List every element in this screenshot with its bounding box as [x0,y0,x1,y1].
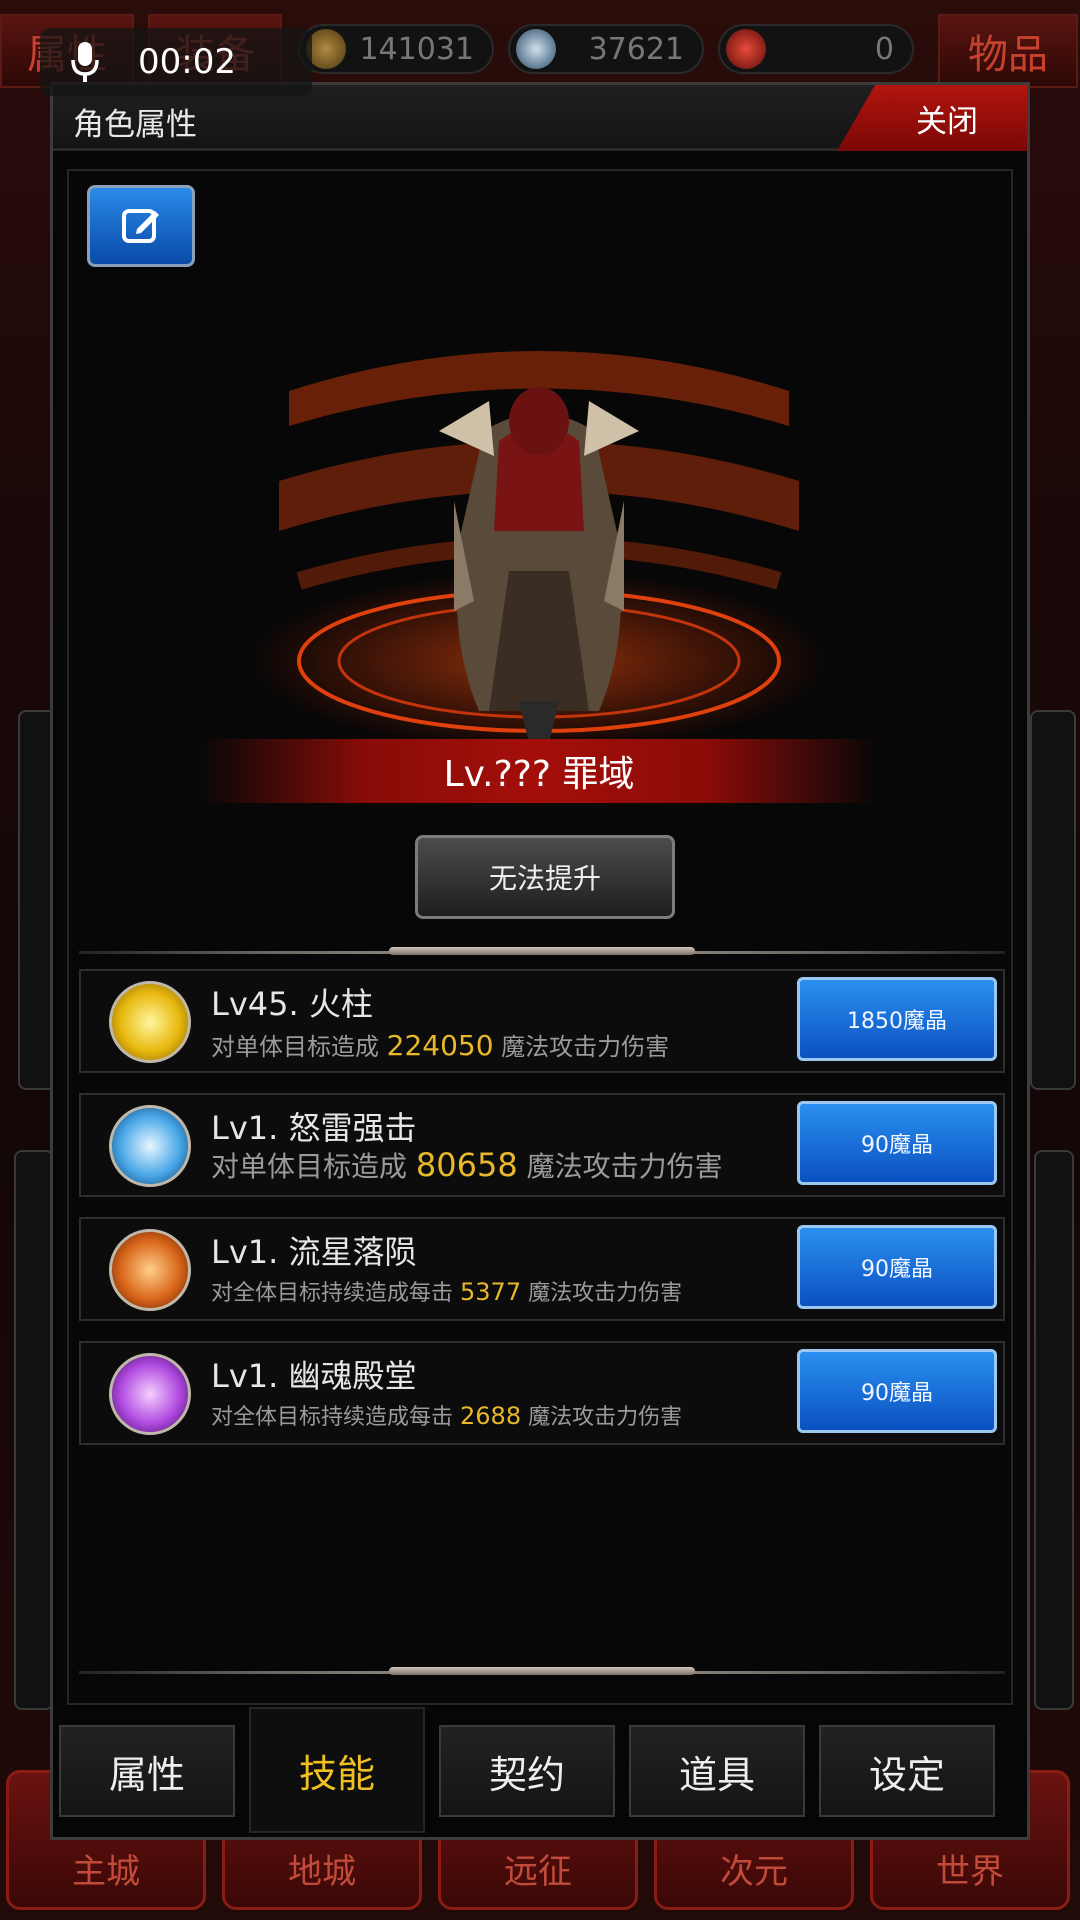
skill-description: 对全体目标持续造成每击 5377 魔法攻击力伤害 [211,1275,682,1307]
skill-desc-prefix: 对全体目标持续造成每击 [211,1281,454,1306]
character-level-name: Lv.??? 罪域 [199,739,879,803]
bg-side-panel [1030,710,1076,1090]
skill-damage-value: 2688 [460,1402,522,1430]
bg-lower-panel-right [1034,1150,1074,1710]
edit-icon [122,209,159,243]
game-screen: 属性 装备 141031 37621 0 物品 主城 地城 远征 次元 世界 角… [0,0,1080,1920]
skill-description: 对单体目标造成 224050 魔法攻击力伤害 [211,1027,669,1062]
skill-desc-prefix: 对全体目标持续造成每击 [211,1405,454,1430]
microphone-icon [60,37,110,87]
recording-indicator: 00:02 [40,28,312,96]
dialog-tabs: 属性 技能 契约 道具 设定 [59,1707,1023,1837]
tab-skills[interactable]: 技能 [249,1707,425,1833]
skill-desc-suffix: 魔法攻击力伤害 [528,1405,683,1430]
upgrade-skill-button[interactable]: 90魔晶 [797,1225,997,1309]
bg-tab-items: 物品 [938,14,1078,88]
tab-settings[interactable]: 设定 [819,1725,995,1817]
edit-button[interactable] [87,185,195,267]
skill-description: 对全体目标持续造成每击 2688 魔法攻击力伤害 [211,1399,682,1431]
skill-row-meteor: Lv1. 流星落陨 对全体目标持续造成每击 5377 魔法攻击力伤害 90魔晶 [79,1217,1005,1321]
tab-attributes[interactable]: 属性 [59,1725,235,1817]
skill-desc-suffix: 魔法攻击力伤害 [528,1281,683,1306]
close-button[interactable]: 关闭 [837,85,1027,151]
skill-damage-value: 5377 [460,1278,522,1306]
skill-title: Lv45. 火柱 [211,985,373,1023]
skill-desc-suffix: 魔法攻击力伤害 [501,1033,670,1061]
character-portrait [249,351,829,751]
fire-pillar-icon [109,981,191,1063]
skull-icon [516,29,556,69]
thunder-strike-icon [109,1105,191,1187]
skill-title: Lv1. 幽魂殿堂 [211,1357,417,1395]
resource-skull-value: 37621 [588,31,684,67]
dialog-title: 角色属性 [73,107,197,143]
resource-gold-value: 141031 [359,31,474,67]
divider-bottom [79,1667,1005,1675]
recording-time: 00:02 [138,42,236,82]
skill-damage-value: 224050 [386,1029,494,1062]
skill-description: 对单体目标造成 80658 魔法攻击力伤害 [211,1145,723,1185]
upgrade-button[interactable]: 无法提升 [415,835,675,919]
skill-desc-prefix: 对单体目标造成 [211,1033,379,1061]
skill-row-ghost-hall: Lv1. 幽魂殿堂 对全体目标持续造成每击 2688 魔法攻击力伤害 90魔晶 [79,1341,1005,1445]
upgrade-skill-button[interactable]: 90魔晶 [797,1101,997,1185]
skill-title: Lv1. 怒雷强击 [211,1109,417,1147]
skill-desc-suffix: 魔法攻击力伤害 [526,1150,723,1183]
gold-coin-icon [306,29,346,69]
skill-title: Lv1. 流星落陨 [211,1233,417,1271]
bg-lower-panel-left [14,1150,54,1710]
upgrade-skill-button[interactable]: 90魔晶 [797,1349,997,1433]
red-gem-icon [726,29,766,69]
skill-row-fire-pillar: Lv45. 火柱 对单体目标造成 224050 魔法攻击力伤害 1850魔晶 [79,969,1005,1073]
resource-gold: 141031 [298,24,494,74]
tab-items[interactable]: 道具 [629,1725,805,1817]
upgrade-skill-button[interactable]: 1850魔晶 [797,977,997,1061]
meteor-icon [109,1229,191,1311]
skills-panel: Lv.??? 罪域 无法提升 Lv45. 火柱 对单体目标造成 224050 魔… [67,169,1013,1705]
skill-desc-prefix: 对单体目标造成 [211,1150,408,1183]
resource-gem-value: 0 [874,31,894,67]
resource-skull: 37621 [508,24,704,74]
divider-top [79,947,1005,955]
skill-damage-value: 80658 [415,1146,518,1184]
skill-row-thunder-strike: Lv1. 怒雷强击 对单体目标造成 80658 魔法攻击力伤害 90魔晶 [79,1093,1005,1197]
tab-contract[interactable]: 契约 [439,1725,615,1817]
ghost-hall-icon [109,1353,191,1435]
character-attributes-dialog: 角色属性 关闭 Lv.??? 罪域 无法提升 Lv45. 火柱 对单体目标造成 … [50,82,1030,1840]
resource-gem: 0 [718,24,914,74]
